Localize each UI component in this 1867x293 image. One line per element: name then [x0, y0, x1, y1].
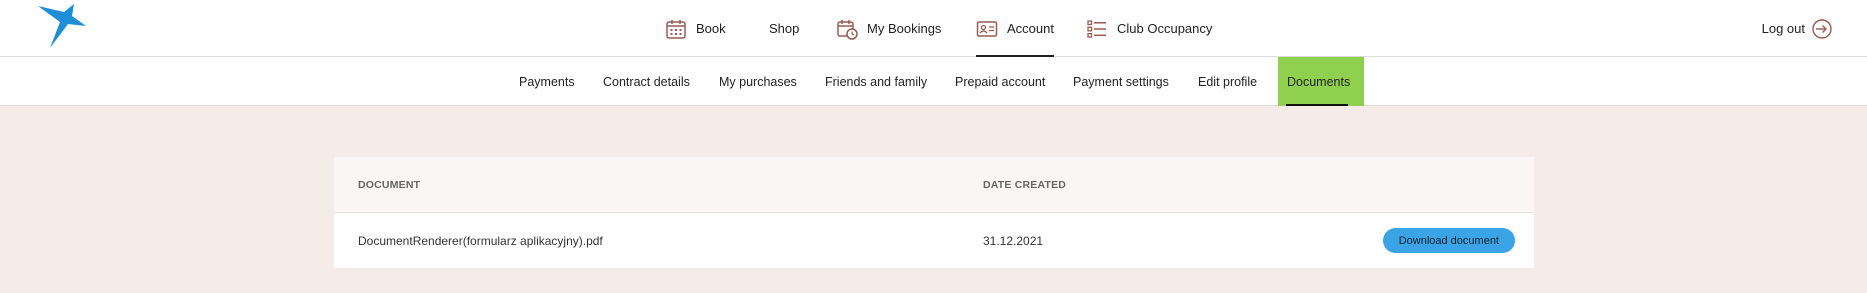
download-document-button[interactable]: Download document [1382, 228, 1515, 253]
table-row: DocumentRenderer(formularz aplikacyjny).… [334, 213, 1534, 268]
nav-book[interactable]: Book [665, 0, 726, 57]
nav-account-label: Account [1007, 21, 1054, 36]
nav-club-occupancy-label: Club Occupancy [1117, 21, 1213, 36]
subnav-documents[interactable]: Documents [1278, 57, 1364, 106]
nav-my-bookings[interactable]: My Bookings [836, 0, 941, 57]
document-date-created: 31.12.2021 [983, 233, 1044, 248]
subnav-payment-settings[interactable]: Payment settings [1073, 57, 1169, 106]
subnav-edit-profile[interactable]: Edit profile [1198, 57, 1257, 106]
logout-label: Log out [1761, 21, 1805, 36]
subnav-friends-and-family[interactable]: Friends and family [825, 57, 927, 106]
top-header: Book Shop My Bookings Account Club Occup… [0, 0, 1867, 57]
calendar-icon [666, 19, 686, 39]
main-nav: Book Shop My Bookings Account Club Occup… [0, 0, 1867, 57]
subnav-contract-details[interactable]: Contract details [603, 57, 690, 106]
subnav-payments[interactable]: Payments [519, 57, 575, 106]
column-header-document: DOCUMENT [358, 179, 421, 191]
account-subnav: Payments Contract details My purchases F… [0, 57, 1867, 106]
document-name: DocumentRenderer(formularz aplikacyjny).… [358, 233, 603, 248]
table-header: DOCUMENT DATE CREATED [334, 157, 1534, 213]
id-card-icon [976, 20, 998, 37]
logout-icon [1812, 18, 1832, 39]
column-header-date-created: DATE CREATED [983, 179, 1067, 191]
subnav-my-purchases[interactable]: My purchases [719, 57, 797, 106]
nav-my-bookings-label: My Bookings [867, 21, 942, 36]
logout-button[interactable]: Log out [1762, 0, 1833, 57]
calendar-clock-icon [837, 19, 858, 40]
nav-account[interactable]: Account [976, 0, 1054, 57]
nav-club-occupancy[interactable]: Club Occupancy [1086, 0, 1212, 57]
subnav-prepaid-account[interactable]: Prepaid account [955, 57, 1045, 106]
nav-shop[interactable]: Shop [769, 0, 799, 57]
documents-table: DOCUMENT DATE CREATED DocumentRenderer(f… [334, 157, 1534, 268]
nav-book-label: Book [696, 21, 726, 36]
nav-shop-label: Shop [769, 21, 800, 36]
list-icon [1087, 19, 1106, 38]
